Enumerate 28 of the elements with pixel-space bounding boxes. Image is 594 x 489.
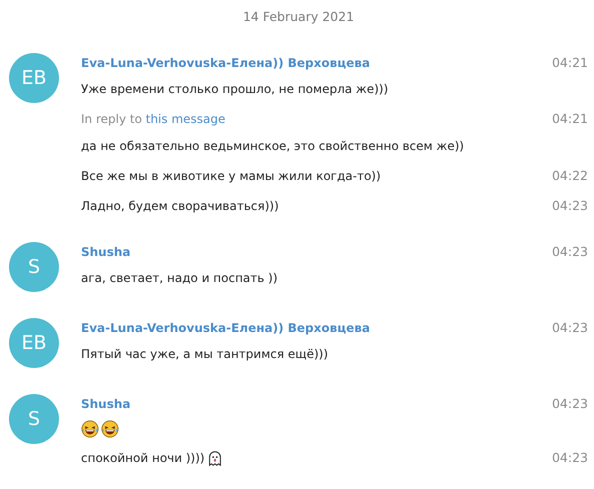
reply-text: In reply to this message bbox=[81, 111, 226, 128]
author-name[interactable]: Eva-Luna-Verhovuska-Елена)) Верховцева bbox=[81, 318, 370, 338]
author-name[interactable]: Shusha bbox=[81, 242, 131, 262]
avatar[interactable]: S bbox=[9, 242, 59, 292]
message-text: спокойной ночи )))) bbox=[81, 450, 205, 467]
message-time: 04:21 bbox=[552, 110, 588, 128]
message-text: да не обязательно ведьминское, это свойственно всем же)) bbox=[81, 138, 464, 155]
message-time: 04:21 bbox=[552, 54, 588, 72]
message-text: ага, светает, надо и поспать )) bbox=[81, 270, 278, 287]
message-text: Ладно, будем сворачиваться))) bbox=[81, 198, 279, 215]
reply-link[interactable]: this message bbox=[146, 112, 226, 126]
laughing-face-icon bbox=[81, 420, 99, 438]
author-name[interactable]: Shusha bbox=[81, 394, 131, 414]
message-text: Пятый час уже, а мы тантримся ещё))) bbox=[81, 346, 328, 363]
message-time: 04:22 bbox=[552, 167, 588, 185]
message-text: Уже времени столько прошло, не померла же))) bbox=[81, 81, 388, 98]
message-time: 04:23 bbox=[552, 319, 588, 337]
avatar[interactable]: S bbox=[9, 394, 59, 444]
laughing-face-icon bbox=[101, 420, 119, 438]
message-time: 04:23 bbox=[552, 395, 588, 413]
date-label: 14 February 2021 bbox=[242, 8, 356, 26]
message-text: Все же мы в животике у мамы жили когда-то)) bbox=[81, 168, 381, 185]
author-name[interactable]: Eva-Luna-Verhovuska-Елена)) Верховцева bbox=[81, 53, 370, 73]
avatar[interactable]: EB bbox=[9, 53, 59, 103]
message-time: 04:23 bbox=[552, 197, 588, 215]
avatar[interactable]: EB bbox=[9, 318, 59, 368]
message-time: 04:23 bbox=[552, 243, 588, 261]
message-time: 04:23 bbox=[552, 449, 588, 467]
